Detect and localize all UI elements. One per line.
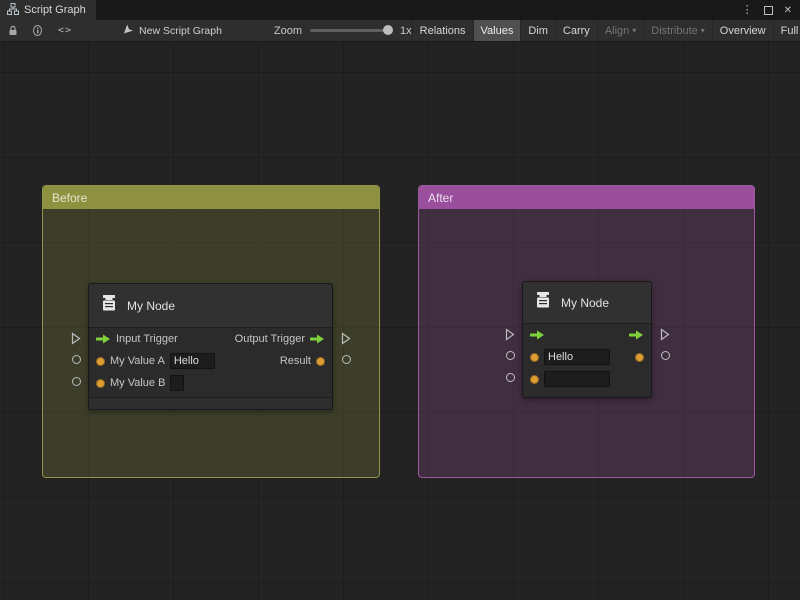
- value-b-row: [523, 368, 651, 390]
- output-trigger-label: Output Trigger: [235, 333, 305, 345]
- value-a-input[interactable]: [544, 349, 610, 365]
- value-a-port[interactable]: [96, 357, 105, 366]
- value-a-row: My Value A Result: [89, 350, 332, 372]
- ext-input-trigger-port[interactable]: [71, 332, 81, 345]
- value-b-input[interactable]: [170, 375, 184, 391]
- value-a-label: My Value A: [110, 355, 165, 367]
- group-before-header[interactable]: Before: [43, 186, 379, 209]
- close-icon[interactable]: ✕: [784, 5, 792, 16]
- ext-output-trigger-port[interactable]: [341, 332, 351, 345]
- dim-button[interactable]: Dim: [520, 20, 555, 41]
- maximize-icon[interactable]: [764, 6, 773, 15]
- zoom-value: 1x: [400, 25, 412, 37]
- graph-toolbar: <> New Script Graph Zoom 1x Relations Va…: [0, 20, 800, 42]
- value-a-input[interactable]: [170, 353, 215, 369]
- info-icon[interactable]: [33, 25, 42, 36]
- node-title: My Node: [561, 296, 609, 310]
- script-graph-icon: [7, 3, 19, 18]
- value-a-row: [523, 346, 651, 368]
- trigger-row: Input Trigger Output Trigger: [89, 328, 332, 350]
- ext-value-a-port[interactable]: [72, 355, 81, 364]
- value-b-row: My Value B: [89, 372, 332, 394]
- toolbar-buttons: Relations Values Dim Carry Align ▾ Distr…: [412, 20, 800, 41]
- result-port[interactable]: [316, 357, 325, 366]
- group-before-title: Before: [52, 191, 87, 205]
- overview-button[interactable]: Overview: [712, 20, 773, 41]
- carry-button[interactable]: Carry: [555, 20, 597, 41]
- node-my-node-before[interactable]: My Node Input Trigger Output Trigger: [88, 283, 333, 410]
- zoom-slider[interactable]: [310, 29, 392, 32]
- value-b-input[interactable]: [544, 371, 610, 387]
- node-header[interactable]: My Node: [523, 282, 651, 324]
- lock-icon[interactable]: [8, 25, 18, 36]
- ext-result-port[interactable]: [342, 355, 351, 364]
- unit-icon: [533, 290, 553, 315]
- zoom-label: Zoom: [274, 25, 302, 37]
- output-trigger-port[interactable]: [629, 330, 644, 340]
- input-trigger-port[interactable]: [530, 330, 545, 340]
- distribute-dropdown[interactable]: Distribute ▾: [643, 20, 711, 41]
- ext-value-b-port[interactable]: [72, 377, 81, 386]
- node-header[interactable]: My Node: [89, 284, 332, 328]
- graph-name-label[interactable]: New Script Graph: [139, 25, 222, 37]
- value-a-port[interactable]: [530, 353, 539, 362]
- node-my-node-after[interactable]: My Node: [522, 281, 652, 398]
- ext-output-trigger-port[interactable]: [660, 328, 670, 341]
- chevron-down-icon: ▾: [632, 26, 636, 35]
- graph-canvas[interactable]: Before After My Node: [0, 42, 800, 600]
- fullscreen-button[interactable]: Full Screen: [773, 20, 800, 41]
- ext-input-trigger-port[interactable]: [505, 328, 515, 341]
- ext-value-b-port[interactable]: [506, 373, 515, 382]
- graph-pointer-icon: [122, 23, 134, 38]
- menu-kebab-icon[interactable]: ⋮: [742, 5, 753, 16]
- unit-icon: [99, 293, 119, 318]
- output-trigger-port[interactable]: [310, 334, 325, 344]
- tab-title: Script Graph: [24, 4, 86, 16]
- window-tab-bar: Script Graph ⋮ ✕: [0, 0, 800, 20]
- input-trigger-port[interactable]: [96, 334, 111, 344]
- chevron-down-icon: ▾: [701, 26, 705, 35]
- relations-button[interactable]: Relations: [412, 20, 473, 41]
- graph-name-group: New Script Graph: [122, 23, 222, 38]
- values-button[interactable]: Values: [473, 20, 521, 41]
- result-label: Result: [280, 355, 311, 367]
- value-b-label: My Value B: [110, 377, 165, 389]
- tab-script-graph[interactable]: Script Graph: [0, 0, 96, 20]
- ext-result-port[interactable]: [661, 351, 670, 360]
- align-dropdown[interactable]: Align ▾: [597, 20, 643, 41]
- node-title: My Node: [127, 299, 175, 313]
- group-after-title: After: [428, 191, 453, 205]
- node-footer: [89, 397, 332, 409]
- zoom-control: Zoom 1x: [274, 25, 412, 37]
- value-b-port[interactable]: [530, 375, 539, 384]
- window-controls: ⋮ ✕: [742, 0, 800, 20]
- ext-value-a-port[interactable]: [506, 351, 515, 360]
- result-port[interactable]: [635, 353, 644, 362]
- group-after-header[interactable]: After: [419, 186, 754, 209]
- trigger-row: [523, 324, 651, 346]
- value-b-port[interactable]: [96, 379, 105, 388]
- input-trigger-label: Input Trigger: [116, 333, 178, 345]
- zoom-slider-knob[interactable]: [383, 25, 393, 35]
- code-preview-icon[interactable]: <>: [58, 25, 72, 36]
